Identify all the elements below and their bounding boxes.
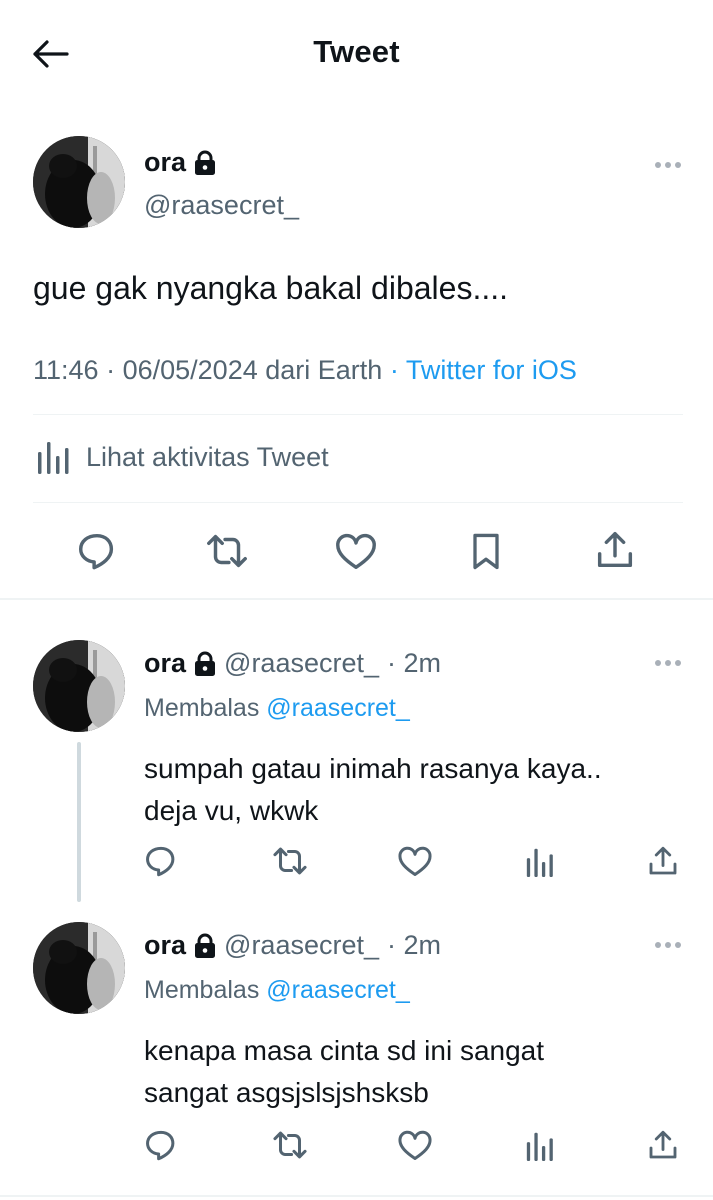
more-options-icon[interactable]	[655, 942, 681, 948]
reply-text-line: sumpah gatau inimah rasanya kaya..	[144, 753, 602, 784]
avatar[interactable]	[33, 136, 125, 228]
lock-icon	[195, 933, 216, 958]
reply-icon	[146, 846, 175, 877]
more-options-icon[interactable]	[655, 162, 681, 168]
heart-icon	[398, 1130, 432, 1160]
bookmark-icon	[473, 533, 499, 570]
tweet-location: dari Earth	[265, 355, 383, 385]
top-bar: Tweet	[0, 0, 713, 105]
avatar-image	[33, 922, 125, 1014]
section-divider	[0, 598, 713, 600]
activity-label: Lihat aktivitas Tweet	[86, 441, 329, 472]
analytics-icon	[38, 442, 69, 474]
avatar-image	[33, 640, 125, 732]
reply-button[interactable]	[74, 528, 120, 574]
retweet-button[interactable]	[270, 842, 310, 880]
tweet-text: gue gak nyangka bakal dibales....	[33, 270, 508, 306]
section-divider	[0, 1195, 713, 1197]
meta-separator-2: ·	[389, 355, 399, 385]
reply-text-line: sangat asgsjslsjshsksb	[144, 1077, 429, 1108]
reply-text-line: kenapa masa cinta sd ini sangat	[144, 1035, 545, 1066]
like-button[interactable]	[396, 1126, 434, 1164]
reply-text: sumpah gatau inimah rasanya kaya.. deja …	[144, 748, 602, 832]
reply-actions	[0, 1126, 713, 1176]
share-button[interactable]	[592, 526, 638, 574]
retweet-icon	[273, 847, 307, 875]
share-button[interactable]	[645, 842, 681, 880]
reply-author-handle[interactable]: @raasecret_	[224, 648, 379, 679]
analytics-button[interactable]	[524, 842, 558, 880]
share-icon	[597, 531, 633, 568]
reply-author-handle[interactable]: @raasecret_	[224, 930, 379, 961]
replying-mention[interactable]: @raasecret_	[266, 976, 410, 1004]
share-button[interactable]	[645, 1126, 681, 1164]
heart-icon	[398, 846, 432, 876]
heart-icon	[336, 533, 376, 570]
avatar[interactable]	[33, 640, 125, 732]
author-name[interactable]: ora	[144, 147, 216, 178]
avatar-image	[33, 136, 125, 228]
replying-label: Membalas	[144, 694, 260, 722]
author-handle[interactable]: @raasecret_	[144, 190, 299, 221]
retweet-button[interactable]	[270, 1126, 310, 1164]
reply-text: kenapa masa cinta sd ini sangat sangat a…	[144, 1030, 544, 1114]
like-button[interactable]	[333, 528, 379, 574]
replying-label: Membalas	[144, 976, 260, 1004]
avatar[interactable]	[33, 922, 125, 1014]
reply-time: · 2m	[387, 930, 442, 960]
tweet-meta: 11:46 · 06/05/2024 dari Earth · Twitter …	[33, 355, 577, 386]
retweet-icon	[207, 534, 247, 568]
reply-header: ora @raasecret_ · 2m	[144, 648, 441, 679]
divider	[33, 502, 683, 503]
reply-header: ora @raasecret_ · 2m	[144, 930, 441, 961]
divider	[33, 414, 683, 415]
bookmark-button[interactable]	[464, 528, 508, 574]
reply-icon	[146, 1130, 175, 1161]
lock-icon	[195, 150, 216, 175]
analytics-icon	[526, 1132, 553, 1162]
meta-separator: ·	[106, 355, 116, 385]
replying-to: Membalas @raasecret_	[144, 694, 410, 723]
replying-mention[interactable]: @raasecret_	[266, 694, 410, 722]
reply-author-name[interactable]: ora	[144, 648, 186, 679]
like-button[interactable]	[396, 842, 434, 880]
tweet-time: 11:46	[33, 355, 99, 385]
tweet-actions	[0, 520, 713, 580]
reply-button[interactable]	[142, 842, 180, 880]
reply-button[interactable]	[142, 1126, 180, 1164]
reply-icon	[78, 533, 114, 570]
reply-actions	[0, 842, 713, 892]
author-name-text: ora	[144, 147, 187, 177]
reply-time: · 2m	[387, 648, 442, 678]
view-activity-button[interactable]: Lihat aktivitas Tweet	[36, 438, 329, 476]
tweet-date: 06/05/2024	[122, 355, 258, 385]
reply-text-line: deja vu, wkwk	[144, 795, 319, 826]
share-icon	[649, 846, 677, 875]
replying-to: Membalas @raasecret_	[144, 976, 410, 1005]
share-icon	[649, 1130, 677, 1159]
retweet-button[interactable]	[203, 528, 251, 574]
more-options-icon[interactable]	[655, 660, 681, 666]
lock-icon	[195, 651, 216, 676]
reply-author-name[interactable]: ora	[144, 930, 186, 961]
tweet-app-link[interactable]: Twitter for iOS	[406, 355, 577, 385]
retweet-icon	[273, 1131, 307, 1159]
page-title: Tweet	[313, 34, 400, 69]
analytics-icon	[526, 848, 553, 878]
analytics-button[interactable]	[524, 1126, 558, 1164]
